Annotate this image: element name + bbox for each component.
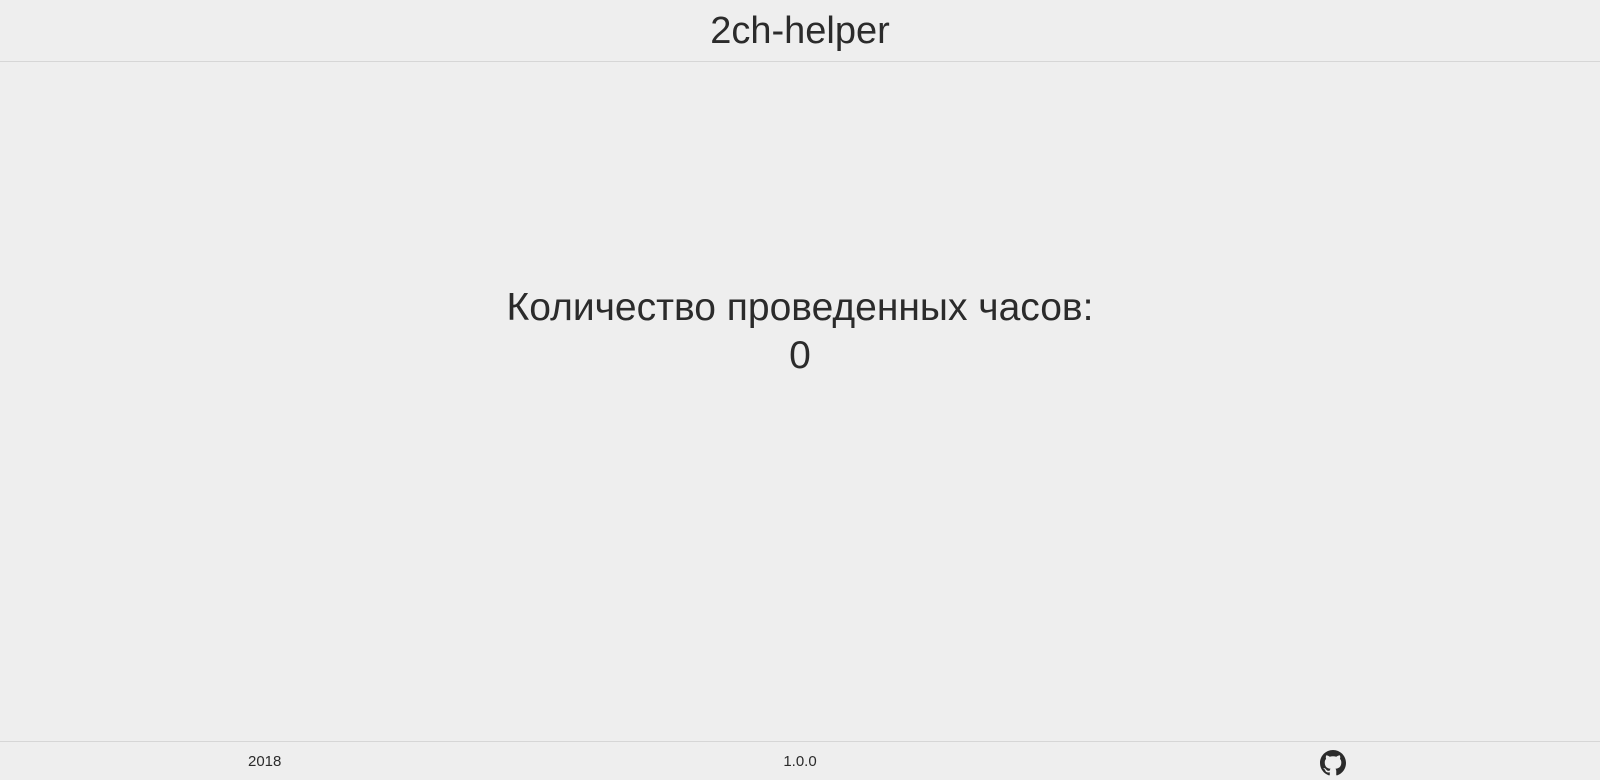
hours-spent-value: 0 — [789, 334, 811, 377]
github-link[interactable] — [1320, 750, 1346, 776]
app-footer: 2018 1.0.0 — [0, 741, 1600, 780]
page: 2ch-helper Количество проведенных часов:… — [0, 0, 1600, 780]
github-icon — [1320, 750, 1346, 776]
app-header: 2ch-helper — [0, 0, 1600, 62]
footer-version: 1.0.0 — [783, 753, 817, 770]
main-content: Количество проведенных часов: 0 — [0, 62, 1600, 741]
app-title: 2ch-helper — [710, 10, 890, 52]
hours-spent-label: Количество проведенных часов: — [506, 286, 1094, 329]
